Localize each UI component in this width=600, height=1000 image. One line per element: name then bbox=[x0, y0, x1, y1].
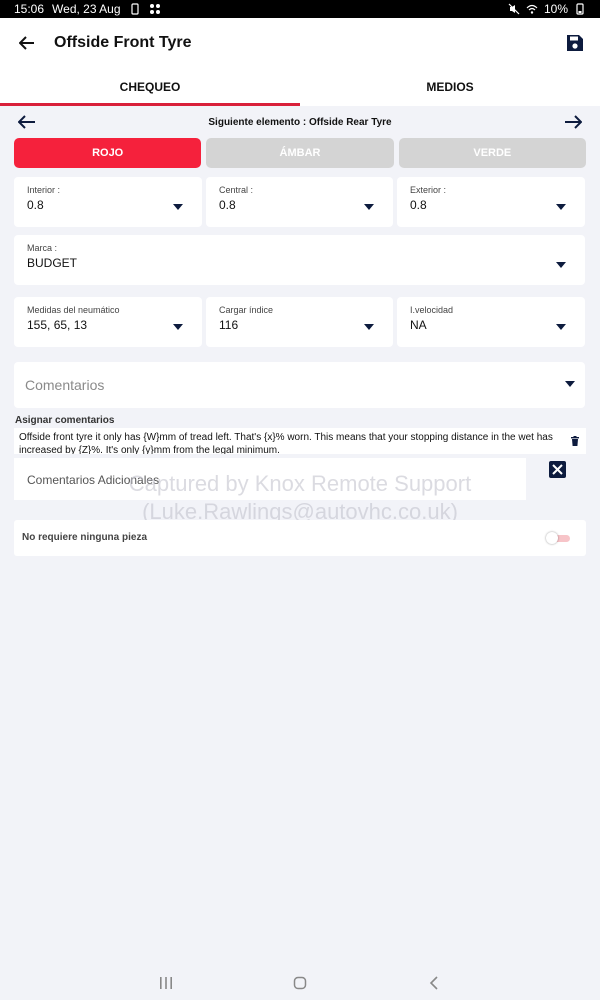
assigned-comment: Offside front tyre it only has {W}mm of … bbox=[14, 428, 586, 454]
comments-dropdown[interactable]: Comentarios bbox=[14, 362, 585, 408]
chevron-down-icon bbox=[556, 262, 566, 268]
no-parts-label: No requiere ninguna pieza bbox=[22, 532, 148, 543]
status-date: Wed, 23 Aug bbox=[52, 2, 121, 16]
chevron-down-icon bbox=[173, 204, 183, 210]
brand-dropdown[interactable]: Marca : BUDGET bbox=[14, 235, 585, 285]
chevron-left-icon bbox=[429, 976, 438, 990]
tyre-size-dropdown[interactable]: Medidas del neumático 155, 65, 13 bbox=[14, 297, 202, 347]
app-bar: Offside Front Tyre bbox=[0, 18, 600, 68]
arrow-left-icon bbox=[18, 115, 35, 129]
page-title: Offside Front Tyre bbox=[54, 34, 192, 51]
no-parts-row: No requiere ninguna pieza bbox=[14, 520, 586, 556]
battery-icon bbox=[576, 3, 584, 15]
chevron-down-icon bbox=[364, 204, 374, 210]
no-parts-toggle[interactable] bbox=[546, 532, 570, 544]
chevron-down-icon bbox=[556, 204, 566, 210]
system-back-button[interactable] bbox=[422, 973, 446, 993]
inner-tread-value: 0.8 bbox=[27, 198, 44, 212]
assigned-comment-text: Offside front tyre it only has {W}mm of … bbox=[19, 432, 553, 454]
phone-icon bbox=[130, 3, 139, 15]
tab-chequeo[interactable]: CHEQUEO bbox=[0, 68, 300, 106]
inner-tread-dropdown[interactable]: Interior : 0.8 bbox=[14, 177, 202, 227]
center-tread-value: 0.8 bbox=[219, 198, 236, 212]
center-tread-dropdown[interactable]: Central : 0.8 bbox=[206, 177, 393, 227]
tab-medios[interactable]: MEDIOS bbox=[300, 68, 600, 106]
apps-icon bbox=[149, 4, 160, 14]
green-status-button[interactable]: VERDE bbox=[398, 138, 586, 168]
chevron-down-icon bbox=[364, 324, 374, 330]
chevron-down-icon bbox=[173, 324, 183, 330]
load-index-label: Cargar índice bbox=[219, 305, 274, 315]
additional-comments-placeholder: Comentarios Adicionales bbox=[27, 473, 160, 487]
save-button[interactable] bbox=[550, 18, 600, 68]
status-time: 15:06 bbox=[14, 2, 45, 16]
outer-tread-label: Exterior : bbox=[410, 185, 447, 195]
center-tread-label: Central : bbox=[219, 185, 254, 195]
speed-rating-value: NA bbox=[410, 318, 427, 332]
back-button[interactable] bbox=[0, 18, 54, 68]
inner-tread-label: Interior : bbox=[27, 185, 61, 195]
additional-comments-input[interactable]: Comentarios Adicionales bbox=[14, 458, 526, 500]
battery-level: 10% bbox=[543, 2, 568, 16]
toggle-thumb bbox=[546, 532, 558, 544]
brand-value: BUDGET bbox=[27, 256, 78, 270]
trash-icon[interactable] bbox=[570, 436, 580, 446]
home-icon bbox=[293, 976, 307, 990]
amber-status-button[interactable]: ÁMBAR bbox=[206, 138, 394, 168]
save-icon bbox=[567, 35, 583, 51]
red-status-button[interactable]: ROJO bbox=[14, 138, 202, 168]
recent-apps-icon bbox=[160, 977, 172, 989]
tyre-size-label: Medidas del neumático bbox=[27, 305, 120, 315]
recent-apps-button[interactable] bbox=[154, 973, 178, 993]
next-element-button[interactable] bbox=[560, 110, 586, 134]
clear-additional-comments-button[interactable] bbox=[549, 461, 566, 478]
arrow-left-icon bbox=[19, 36, 34, 50]
speed-rating-label: I.velocidad bbox=[410, 305, 454, 315]
tyre-size-value: 155, 65, 13 bbox=[27, 318, 88, 332]
home-button[interactable] bbox=[288, 973, 312, 993]
status-bar: 15:06 Wed, 23 Aug 10% bbox=[0, 0, 600, 18]
rag-status-selector: ROJO ÁMBAR VERDE bbox=[14, 138, 586, 168]
arrow-right-icon bbox=[565, 115, 582, 129]
wifi-icon bbox=[526, 4, 538, 14]
load-index-value: 116 bbox=[219, 318, 239, 332]
close-icon bbox=[552, 464, 563, 475]
chevron-down-icon bbox=[556, 324, 566, 330]
next-element-row: Siguiente elemento : Offside Rear Tyre bbox=[14, 110, 586, 134]
assign-comments-label: Asignar comentarios bbox=[15, 415, 115, 426]
speed-rating-dropdown[interactable]: I.velocidad NA bbox=[397, 297, 585, 347]
brand-label: Marca : bbox=[27, 243, 58, 253]
chevron-down-icon bbox=[565, 381, 575, 387]
next-element-label: Siguiente elemento : Offside Rear Tyre bbox=[208, 116, 392, 128]
system-nav-bar bbox=[0, 966, 600, 1000]
mute-icon bbox=[508, 3, 520, 15]
outer-tread-dropdown[interactable]: Exterior : 0.8 bbox=[397, 177, 585, 227]
tab-bar: CHEQUEO MEDIOS bbox=[0, 68, 600, 106]
previous-element-button[interactable] bbox=[14, 110, 40, 134]
outer-tread-value: 0.8 bbox=[410, 198, 427, 212]
load-index-dropdown[interactable]: Cargar índice 116 bbox=[206, 297, 393, 347]
comments-placeholder: Comentarios bbox=[25, 377, 105, 393]
